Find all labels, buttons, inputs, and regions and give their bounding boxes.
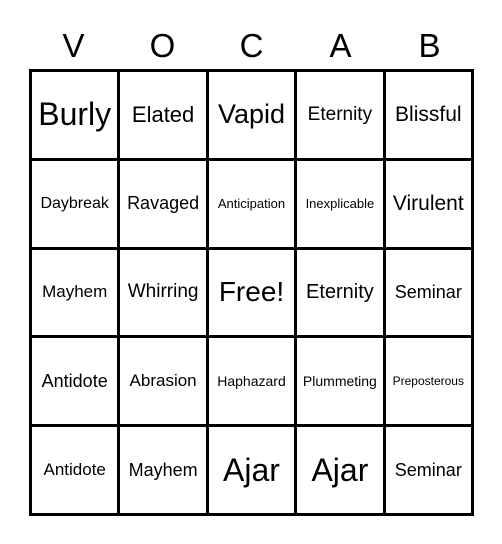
free-space-cell: Free! [208, 249, 295, 336]
header-letter: O [149, 27, 176, 64]
bingo-cell: Ravaged [120, 160, 206, 247]
header-letter: C [239, 27, 264, 64]
bingo-cell: Antidote [32, 338, 118, 425]
bingo-cell: Whirring [120, 249, 206, 336]
bingo-cell: Antidote [32, 427, 118, 513]
bingo-cell: Daybreak [32, 160, 118, 247]
bingo-cell: Preposterous [385, 338, 471, 425]
bingo-cell: Ajar [208, 427, 295, 513]
bingo-cell: Mayhem [32, 249, 118, 336]
bingo-cell: Seminar [385, 249, 471, 336]
bingo-cell: Blissful [385, 72, 471, 158]
header-letter: B [418, 27, 441, 64]
bingo-cell: Abrasion [120, 338, 206, 425]
bingo-cell: Mayhem [120, 427, 206, 513]
bingo-cell: Eternity [297, 72, 383, 158]
bingo-cell: Vapid [208, 72, 295, 158]
bingo-cell: Plummeting [297, 338, 383, 425]
bingo-cell: Haphazard [208, 338, 295, 425]
bingo-cell: Elated [120, 72, 206, 158]
bingo-cell: Virulent [385, 160, 471, 247]
bingo-cell: Seminar [385, 427, 471, 513]
bingo-cell: Eternity [297, 249, 383, 336]
bingo-grid: Burly Elated Vapid Eternity Blissful Daybreak… [29, 69, 474, 516]
bingo-cell: Anticipation [208, 160, 295, 247]
bingo-cell: Burly [32, 72, 118, 158]
header-letter: V [62, 27, 85, 64]
bingo-cell: Ajar [297, 427, 383, 513]
bingo-cell: Inexplicable [297, 160, 383, 247]
header-letter: A [329, 27, 352, 64]
